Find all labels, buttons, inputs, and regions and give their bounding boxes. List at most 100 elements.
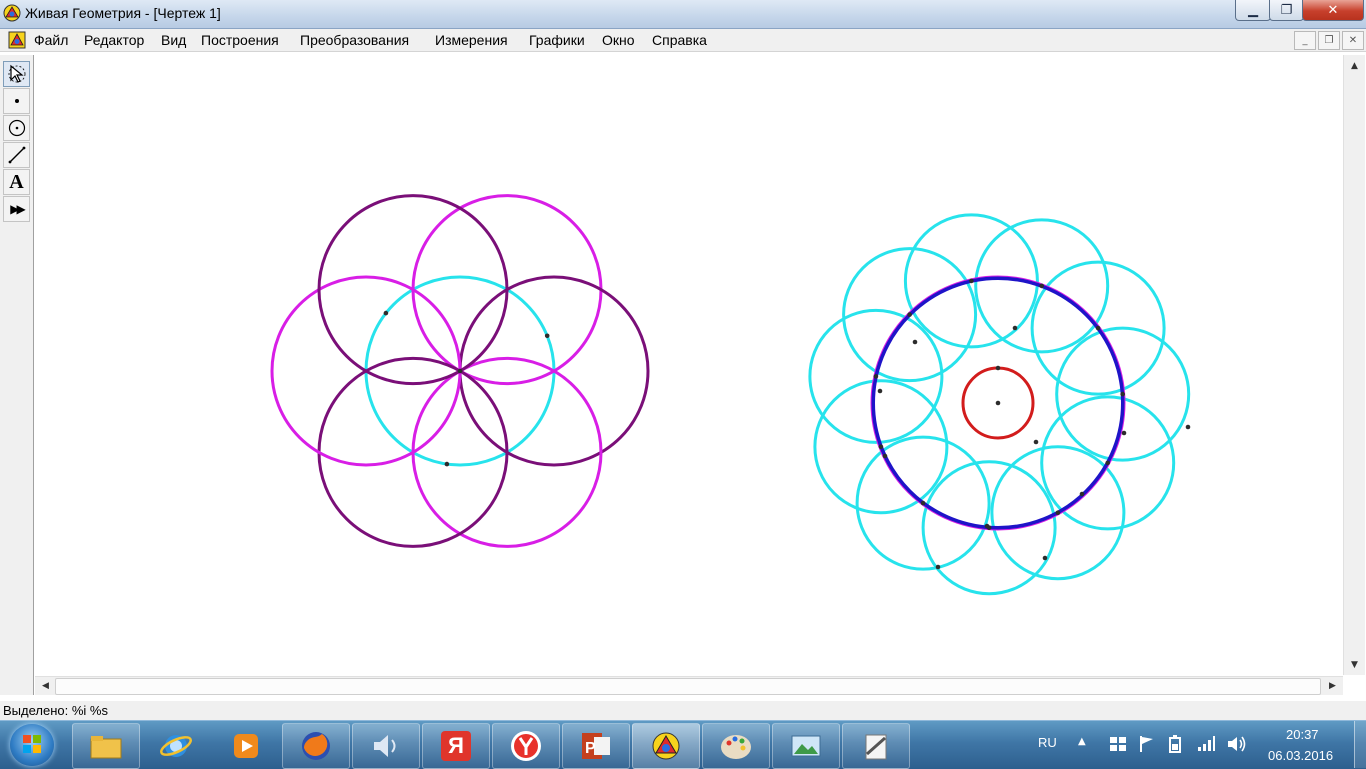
- language-indicator[interactable]: RU: [1038, 735, 1057, 750]
- minimize-button[interactable]: ▁: [1235, 0, 1271, 21]
- menu-edit[interactable]: Редактор: [84, 32, 144, 48]
- point[interactable]: [544, 333, 550, 339]
- selection-arrow-tool[interactable]: [3, 61, 30, 87]
- menu-view[interactable]: Вид: [161, 32, 186, 48]
- taskbar-explorer[interactable]: [72, 723, 140, 769]
- straightedge-tool[interactable]: [3, 142, 30, 168]
- close-button[interactable]: ✕: [1302, 0, 1364, 21]
- point[interactable]: [1120, 391, 1125, 397]
- point[interactable]: [1012, 325, 1018, 331]
- doc-restore-button[interactable]: ❐: [1318, 31, 1340, 50]
- taskbar-powerpoint[interactable]: P: [562, 723, 630, 769]
- point[interactable]: [969, 278, 974, 284]
- point[interactable]: [1095, 325, 1101, 331]
- scroll-thumb[interactable]: [55, 678, 1321, 695]
- taskbar-geometers-sketchpad[interactable]: [632, 723, 700, 769]
- speaker-icon: [374, 735, 396, 757]
- paint-palette-icon: [721, 735, 751, 759]
- toolbox: A ▶▶: [0, 55, 34, 695]
- point[interactable]: [920, 500, 926, 506]
- clock-date[interactable]: 06.03.2016: [1268, 748, 1333, 763]
- menu-graph[interactable]: Графики: [529, 32, 585, 48]
- point[interactable]: [1033, 439, 1039, 445]
- taskbar-paint[interactable]: [702, 723, 770, 769]
- flag-icon[interactable]: [1138, 734, 1156, 754]
- menu-window[interactable]: Окно: [602, 32, 635, 48]
- taskbar-yandex-browser[interactable]: [492, 723, 560, 769]
- point[interactable]: [878, 444, 884, 450]
- point[interactable]: [995, 400, 1001, 406]
- point[interactable]: [1039, 283, 1044, 289]
- sketchpad-icon: [652, 732, 680, 760]
- point[interactable]: [1105, 460, 1110, 466]
- compass-tool-icon: [8, 119, 25, 137]
- menu-bar: Файл Редактор Вид Построения Преобразова…: [0, 29, 1366, 52]
- notepad-icon: [865, 734, 887, 760]
- doc-close-button[interactable]: ✕: [1342, 31, 1364, 50]
- straightedge-tool-icon: [8, 146, 25, 164]
- scroll-up-icon[interactable]: ▲: [1346, 57, 1363, 74]
- horizontal-scrollbar[interactable]: ◀ ▶: [35, 676, 1343, 695]
- compass-tool[interactable]: [3, 115, 30, 141]
- menu-transform[interactable]: Преобразования: [300, 32, 409, 48]
- yandex-browser-icon: [511, 731, 541, 761]
- folder-icon: [90, 736, 122, 759]
- taskbar-media-player[interactable]: [212, 723, 280, 769]
- custom-tool-icon: ▶▶: [10, 202, 26, 216]
- menu-help[interactable]: Справка: [652, 32, 707, 48]
- custom-tool[interactable]: ▶▶: [3, 196, 30, 222]
- volume-icon[interactable]: [1226, 734, 1248, 754]
- text-tool-icon: A: [9, 170, 24, 193]
- point[interactable]: [1079, 491, 1085, 497]
- point[interactable]: [986, 525, 992, 530]
- maximize-button[interactable]: ❐: [1269, 0, 1304, 21]
- network-signal-icon[interactable]: [1196, 735, 1216, 753]
- battery-icon[interactable]: [1166, 734, 1184, 754]
- taskbar: Я P RU ▲ 20:37 06.03.2016: [0, 720, 1366, 769]
- point[interactable]: [1185, 424, 1191, 430]
- show-hidden-icons-icon[interactable]: ▲: [1078, 736, 1086, 747]
- menu-construct[interactable]: Построения: [201, 32, 279, 48]
- scroll-down-icon[interactable]: ▼: [1346, 656, 1363, 673]
- action-center-icon[interactable]: [1108, 735, 1128, 753]
- vertical-scrollbar[interactable]: ▲ ▼: [1343, 55, 1365, 675]
- doc-minimize-button[interactable]: _: [1294, 31, 1316, 50]
- point[interactable]: [907, 312, 912, 317]
- scroll-left-icon[interactable]: ◀: [37, 678, 54, 694]
- geometry-drawing[interactable]: [35, 55, 1342, 675]
- point[interactable]: [383, 310, 389, 316]
- menu-measure[interactable]: Измерения: [435, 32, 508, 48]
- app-logo-icon: [3, 4, 21, 22]
- point[interactable]: [873, 374, 879, 379]
- point[interactable]: [935, 564, 941, 570]
- status-text: Выделено: %i %s: [3, 703, 108, 718]
- taskbar-yandex[interactable]: Я: [422, 723, 490, 769]
- powerpoint-icon: P: [582, 733, 610, 759]
- windows-logo-icon: [23, 735, 41, 753]
- point[interactable]: [1121, 430, 1127, 436]
- point[interactable]: [877, 388, 883, 394]
- internet-explorer-icon: [160, 735, 192, 757]
- menu-file[interactable]: Файл: [34, 32, 68, 48]
- point-tool[interactable]: [3, 88, 30, 114]
- taskbar-firefox[interactable]: [282, 723, 350, 769]
- taskbar-internet-explorer[interactable]: [142, 723, 210, 769]
- point[interactable]: [1055, 510, 1061, 515]
- taskbar-picture-viewer[interactable]: [772, 723, 840, 769]
- point[interactable]: [1042, 555, 1048, 561]
- point[interactable]: [882, 453, 888, 459]
- start-button[interactable]: [10, 724, 54, 766]
- show-desktop-button[interactable]: [1354, 721, 1366, 768]
- selection-arrow-tool-icon: [8, 64, 25, 83]
- clock-time[interactable]: 20:37: [1286, 727, 1319, 742]
- point[interactable]: [995, 365, 1001, 371]
- point[interactable]: [457, 368, 463, 374]
- text-tool[interactable]: A: [3, 169, 30, 195]
- point[interactable]: [912, 339, 918, 345]
- taskbar-volume-app[interactable]: [352, 723, 420, 769]
- sketch-canvas[interactable]: [35, 55, 1342, 675]
- taskbar-notepad-tool[interactable]: [842, 723, 910, 769]
- scroll-right-icon[interactable]: ▶: [1324, 678, 1341, 694]
- point[interactable]: [444, 461, 450, 467]
- document-icon[interactable]: [8, 31, 26, 49]
